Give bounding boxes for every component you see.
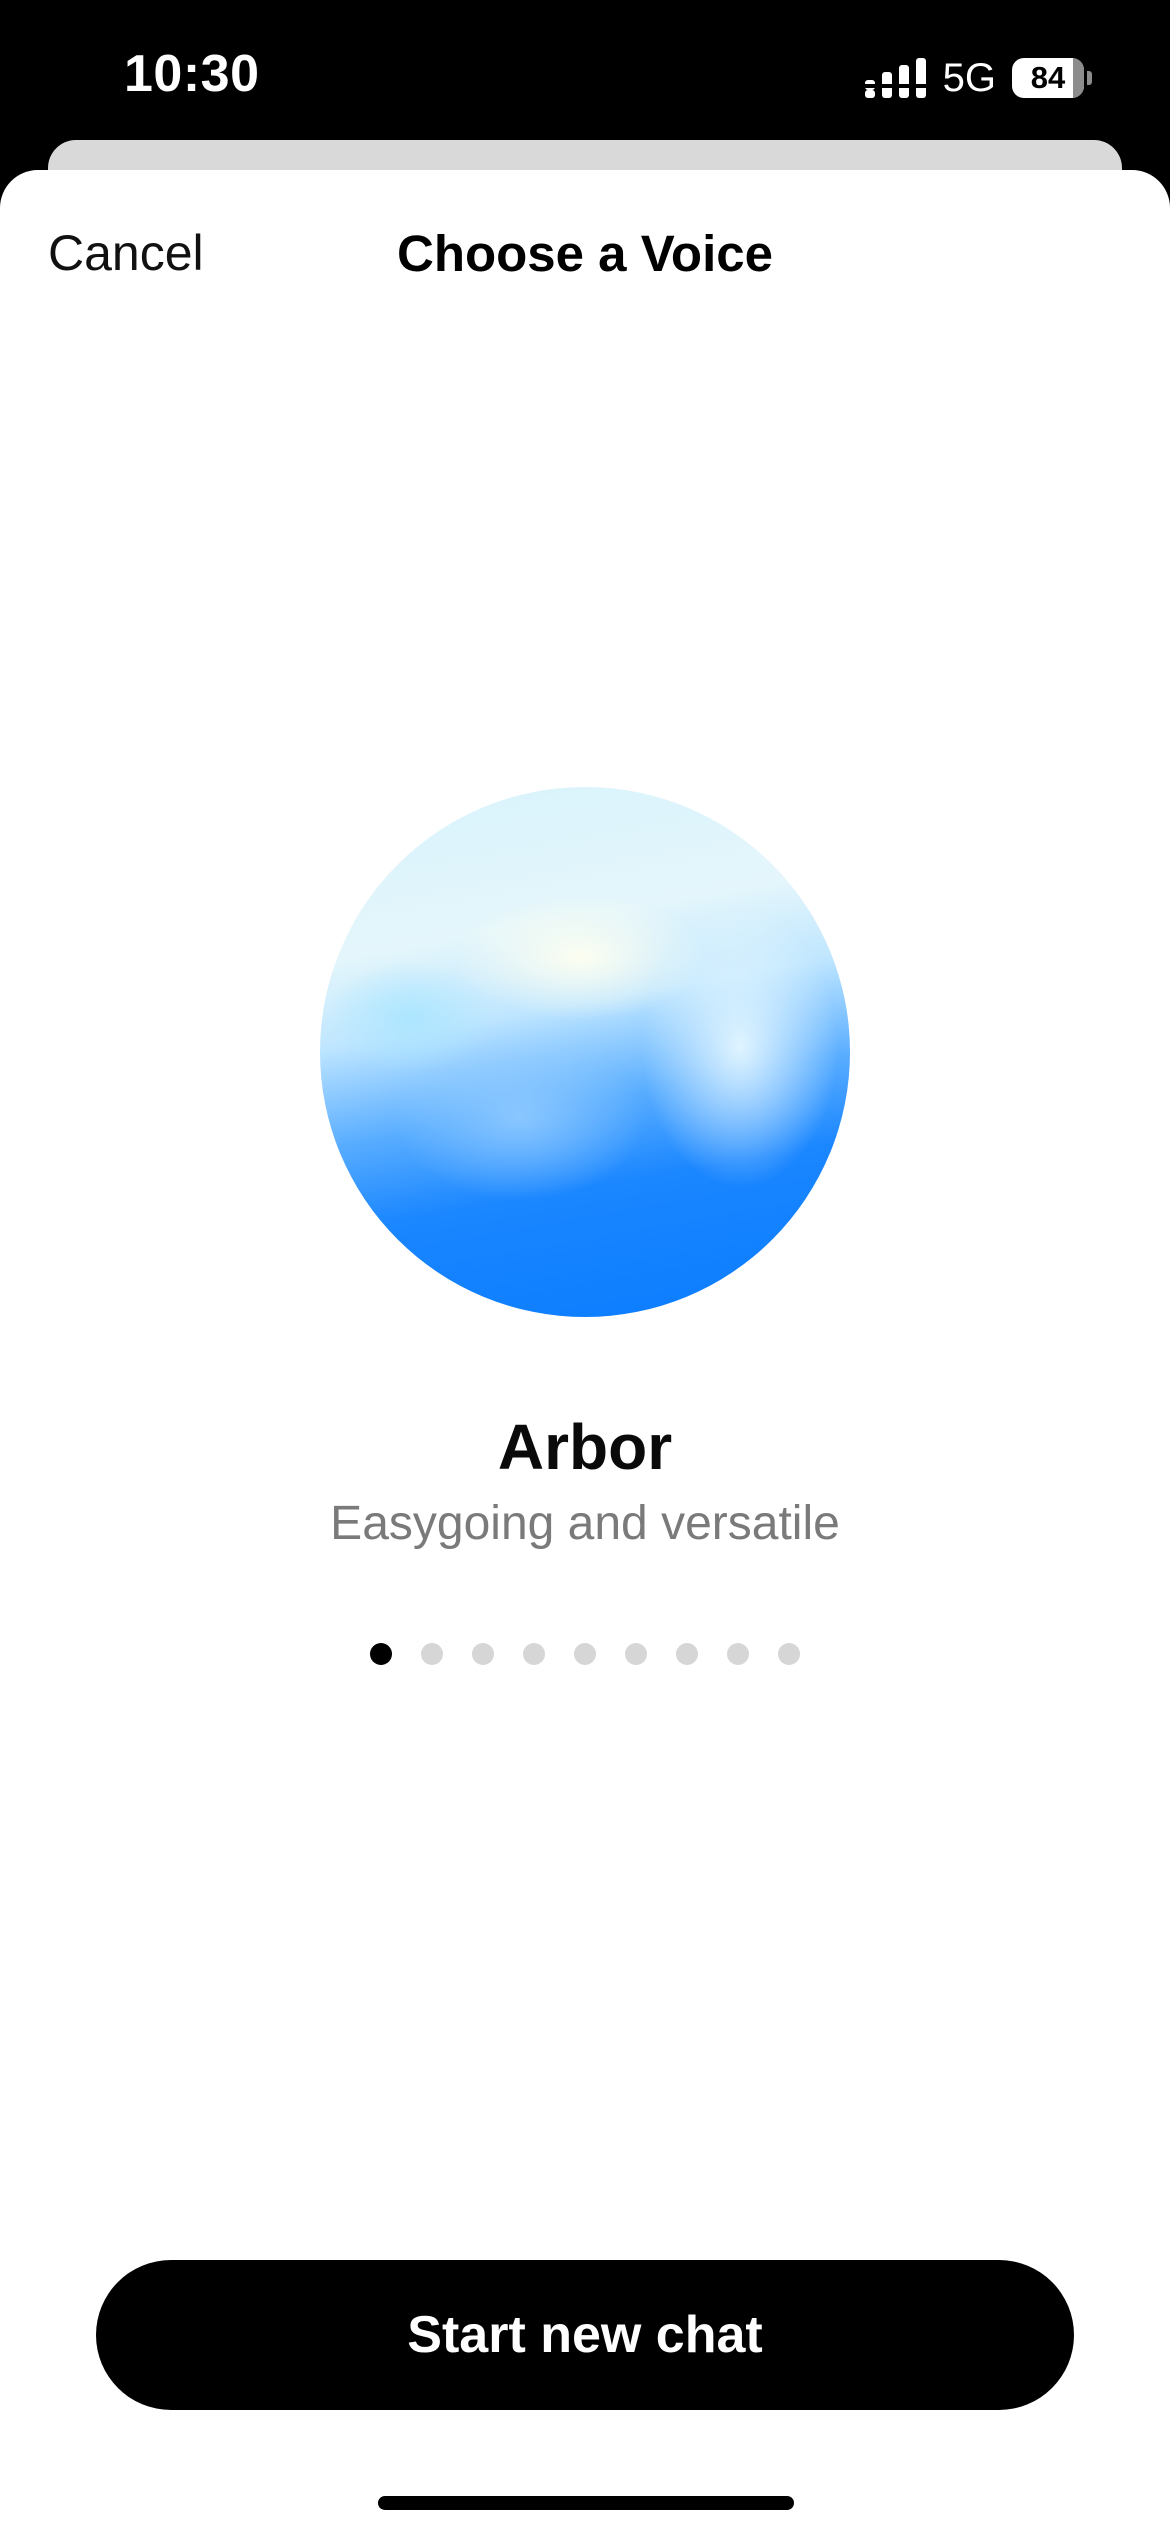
voice-description: Easygoing and versatile — [330, 1497, 840, 1550]
start-new-chat-button[interactable]: Start new chat — [96, 2260, 1074, 2410]
network-label: 5G — [942, 55, 996, 100]
page-dot[interactable] — [421, 1643, 443, 1665]
page-dot[interactable] — [625, 1643, 647, 1665]
battery-tip — [1087, 71, 1092, 85]
voice-sheet: Cancel Choose a Voice Arbor Easygoing an… — [0, 170, 1170, 2532]
page-dot-active[interactable] — [370, 1643, 392, 1665]
cancel-button[interactable]: Cancel — [48, 224, 204, 282]
page-dot[interactable] — [523, 1643, 545, 1665]
voice-orb-image[interactable] — [320, 787, 850, 1317]
status-bar: 10:30 5G 84 — [0, 0, 1170, 150]
voice-name: Arbor — [497, 1411, 673, 1483]
page-dot[interactable] — [778, 1643, 800, 1665]
page-dot[interactable] — [472, 1643, 494, 1665]
voice-picker-screen: 10:30 5G 84 Cancel Choose a Voice Arbor … — [0, 0, 1170, 2532]
signal-icon — [864, 58, 926, 98]
page-indicator[interactable] — [0, 1643, 1170, 1665]
battery-level: 84 — [1030, 60, 1066, 95]
status-time: 10:30 — [124, 45, 260, 103]
page-dot[interactable] — [574, 1643, 596, 1665]
page-dot[interactable] — [676, 1643, 698, 1665]
home-indicator[interactable] — [378, 2496, 794, 2510]
battery-body: 84 — [1012, 58, 1084, 98]
battery-icon: 84 — [1012, 58, 1092, 98]
status-indicators: 5G 84 — [864, 55, 1092, 100]
page-dot[interactable] — [727, 1643, 749, 1665]
